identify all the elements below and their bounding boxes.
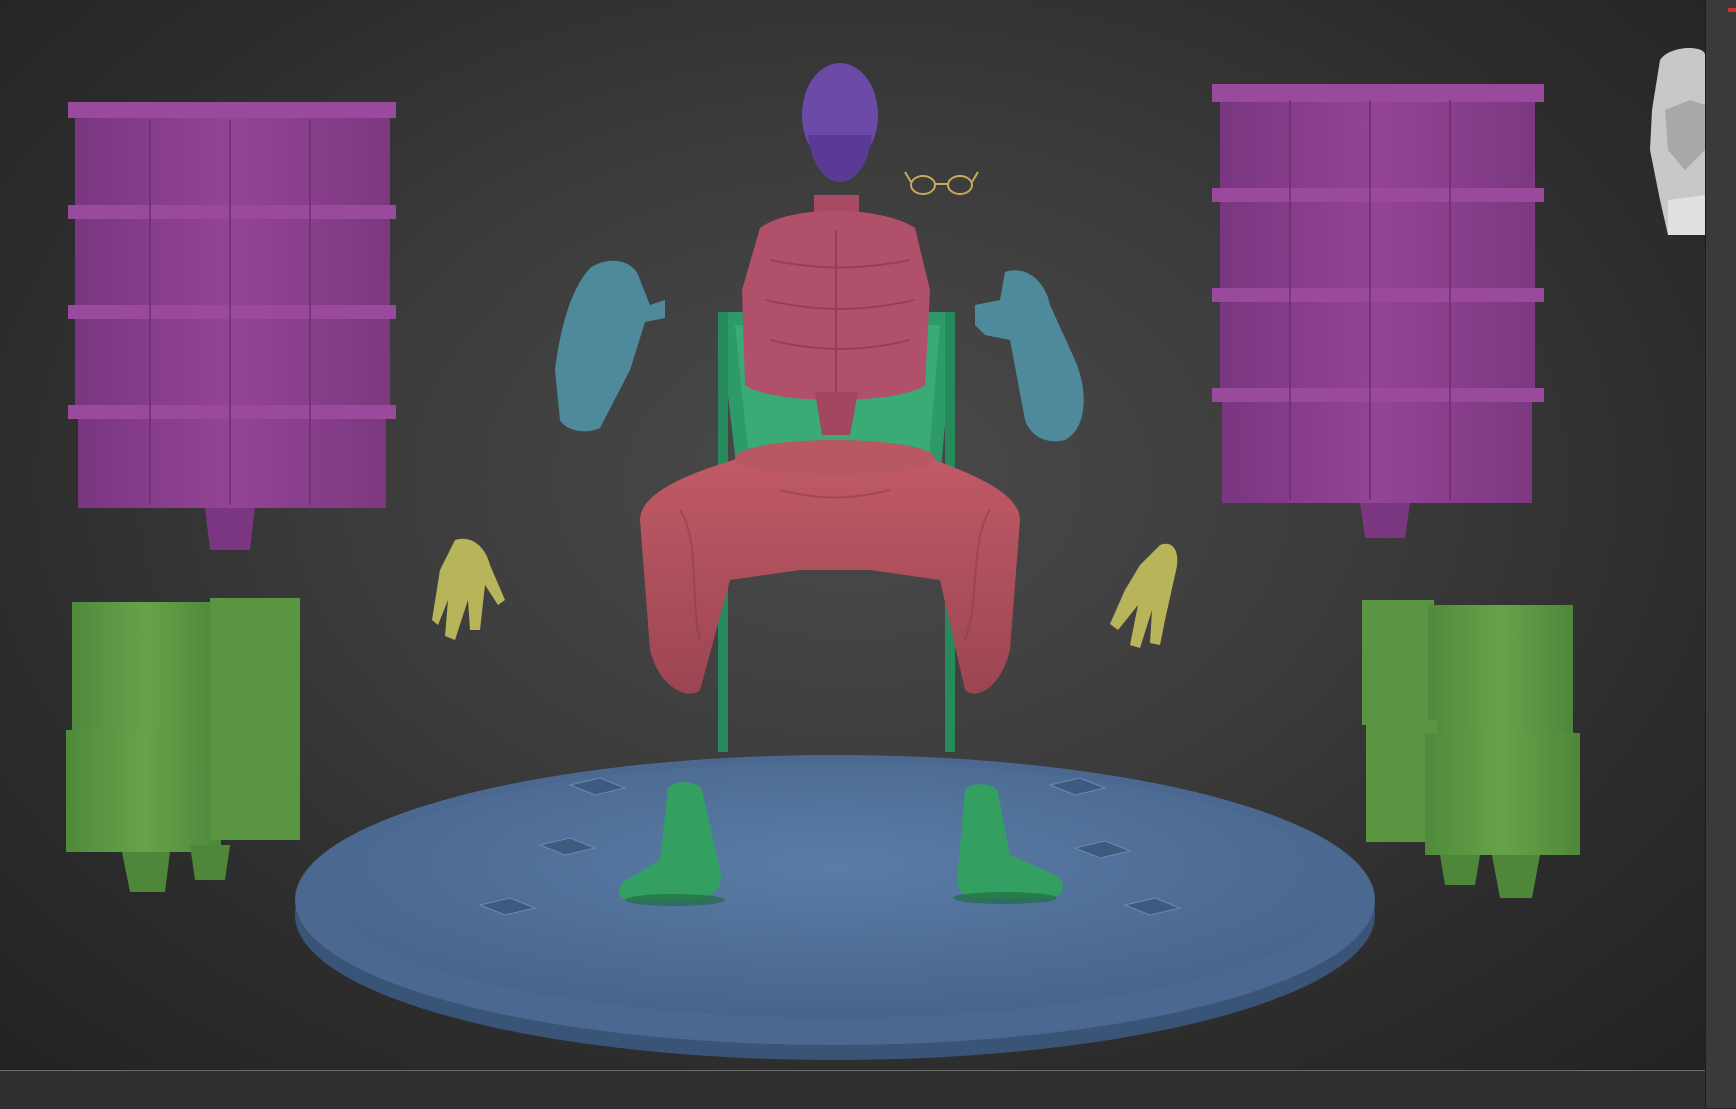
left-sleeve[interactable] <box>555 260 665 432</box>
corner-indicator <box>1728 8 1736 12</box>
right-sleeve[interactable] <box>975 270 1084 442</box>
glasses[interactable] <box>904 171 979 195</box>
scene-canvas[interactable] <box>0 0 1705 1070</box>
left-drawer-stack[interactable] <box>68 102 396 550</box>
right-tray-edge[interactable] <box>1705 0 1736 1108</box>
3d-viewport[interactable] <box>0 0 1705 1070</box>
bottom-shelf <box>0 1070 1705 1109</box>
left-hand[interactable] <box>432 538 505 640</box>
pants[interactable] <box>640 440 1020 694</box>
right-hand[interactable] <box>1110 543 1178 648</box>
round-base[interactable] <box>295 755 1375 1060</box>
head-gizmo-icon[interactable] <box>1650 48 1705 236</box>
right-drawer-stack[interactable] <box>1212 84 1544 538</box>
head[interactable] <box>802 63 878 182</box>
right-box-stack[interactable] <box>1362 600 1580 898</box>
left-box-stack[interactable] <box>66 598 300 892</box>
